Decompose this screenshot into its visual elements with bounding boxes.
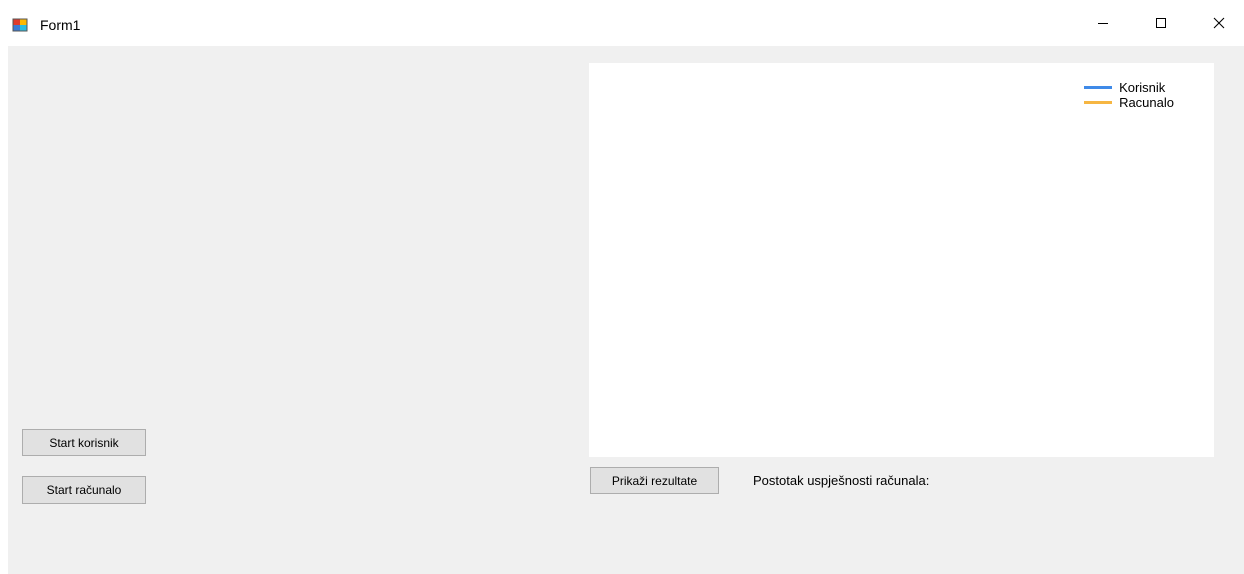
minimize-button[interactable] bbox=[1074, 0, 1132, 46]
legend-line-korisnik bbox=[1084, 86, 1113, 89]
legend-label-korisnik: Korisnik bbox=[1119, 80, 1166, 95]
prikazi-rezultate-button[interactable]: Prikaži rezultate bbox=[590, 467, 719, 494]
legend-label-racunalo: Racunalo bbox=[1119, 95, 1174, 110]
legend-item-racunalo: Racunalo bbox=[1084, 95, 1174, 110]
legend-line-racunalo bbox=[1084, 101, 1113, 104]
app-icon bbox=[12, 17, 28, 33]
start-korisnik-button[interactable]: Start korisnik bbox=[22, 429, 146, 456]
minimize-icon bbox=[1098, 23, 1108, 24]
form-client-area: Start korisnik Start računalo Korisnik R… bbox=[8, 46, 1244, 574]
chart-legend: Korisnik Racunalo bbox=[1084, 80, 1174, 110]
start-racunalo-button[interactable]: Start računalo bbox=[22, 476, 146, 504]
legend-item-korisnik: Korisnik bbox=[1084, 80, 1174, 95]
maximize-button[interactable] bbox=[1132, 0, 1190, 46]
close-icon bbox=[1213, 17, 1225, 29]
window-title: Form1 bbox=[40, 17, 81, 33]
results-chart: Korisnik Racunalo bbox=[589, 63, 1214, 457]
maximize-icon bbox=[1156, 18, 1166, 28]
title-bar[interactable]: Form1 bbox=[0, 0, 1244, 46]
success-rate-label: Postotak uspješnosti računala: bbox=[753, 473, 930, 488]
close-button[interactable] bbox=[1190, 0, 1244, 46]
form1-window: Form1 Start korisnik Start računalo Kori… bbox=[0, 0, 1244, 574]
